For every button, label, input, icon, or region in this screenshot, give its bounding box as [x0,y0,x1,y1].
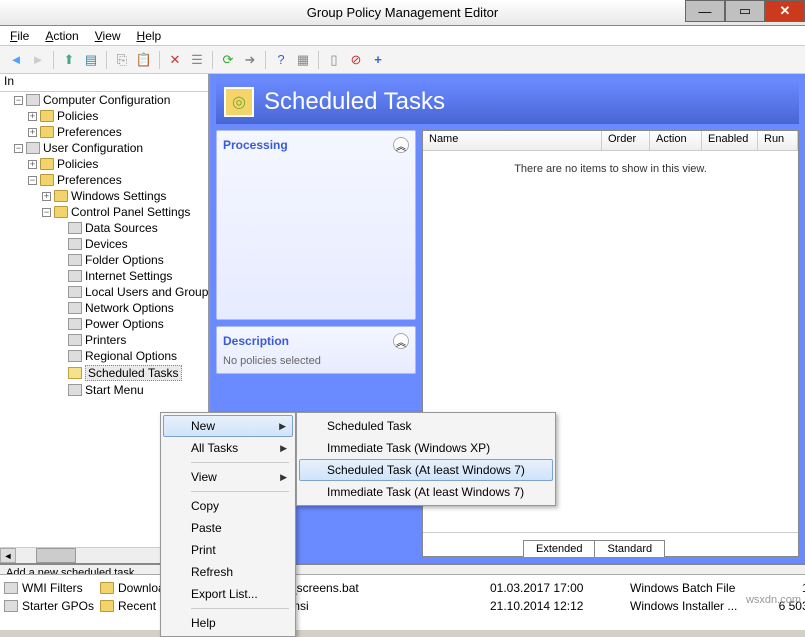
tree-folder-options[interactable]: Folder Options [56,252,208,268]
ctx-refresh[interactable]: Refresh [163,561,293,583]
tree-local-users[interactable]: Local Users and Groups [56,284,208,300]
back-button[interactable]: ◄ [6,50,26,70]
sub-immediate-task-xp[interactable]: Immediate Task (Windows XP) [299,437,553,459]
tree-uc-preferences[interactable]: −Preferences [28,172,208,188]
tree-cc-preferences[interactable]: +Preferences [28,124,208,140]
add-icon[interactable]: + [368,50,388,70]
ctx-view[interactable]: View [163,466,293,488]
forward-button[interactable]: ► [28,50,48,70]
ctx-print[interactable]: Print [163,539,293,561]
maximize-button[interactable]: ▭ [725,0,765,22]
menu-help[interactable]: Help [137,29,162,43]
context-menu: New All Tasks View Copy Paste Print Refr… [160,412,296,637]
title-bar: Group Policy Management Editor — ▭ ✕ [0,0,805,26]
up-icon[interactable]: ⬆ [59,50,79,70]
ctx-help[interactable]: Help [163,612,293,634]
refresh-icon[interactable]: ⟳ [218,50,238,70]
tree-windows-settings[interactable]: +Windows Settings [42,188,208,204]
view-tabs: Extended Standard [423,532,798,556]
processing-title: Processing [223,138,288,152]
sub-scheduled-task[interactable]: Scheduled Task [299,415,553,437]
empty-message: There are no items to show in this view. [423,163,798,175]
tree-data-sources[interactable]: Data Sources [56,220,208,236]
description-box: Description ︽ No policies selected [216,326,416,374]
tree-scheduled-tasks[interactable]: Scheduled Tasks [56,364,208,382]
export-icon[interactable]: ➜ [240,50,260,70]
file-icon[interactable]: ▯ [324,50,344,70]
col-order[interactable]: Order [602,131,650,150]
properties-icon[interactable]: ☰ [187,50,207,70]
ctx-export[interactable]: Export List... [163,583,293,605]
col-name[interactable]: Name [423,131,602,150]
tree-header: In [0,74,208,92]
background-explorer: WMI Filters Starter GPOs Downloads Recen… [0,574,805,630]
col-enabled[interactable]: Enabled [702,131,758,150]
tree-control-panel-settings[interactable]: −Control Panel Settings [42,204,208,220]
paste-icon[interactable]: 📋 [134,50,154,70]
tree-power-options[interactable]: Power Options [56,316,208,332]
tree-devices[interactable]: Devices [56,236,208,252]
tree-regional-options[interactable]: Regional Options [56,348,208,364]
tree-user-config[interactable]: −User Configuration [14,140,208,156]
panel-icon[interactable]: ▤ [81,50,101,70]
hero-banner: Scheduled Tasks [210,74,805,124]
context-submenu-new: Scheduled Task Immediate Task (Windows X… [296,412,556,506]
sub-scheduled-task-win7[interactable]: Scheduled Task (At least Windows 7) [299,459,553,481]
ctx-copy[interactable]: Copy [163,495,293,517]
tab-extended[interactable]: Extended [523,540,595,557]
hscroll-thumb[interactable] [36,548,76,563]
starter-gpos[interactable]: Starter GPOs [4,597,94,615]
tree-computer-config[interactable]: −Computer Configuration [14,92,208,108]
minimize-button[interactable]: — [685,0,725,22]
copy-icon[interactable]: ⎘ [112,50,132,70]
tree-cc-policies[interactable]: +Policies [28,108,208,124]
tab-standard[interactable]: Standard [594,540,665,557]
hscroll-left[interactable]: ◄ [0,548,16,563]
help-icon[interactable]: ? [271,50,291,70]
scheduled-tasks-icon [224,87,254,117]
tree-printers[interactable]: Printers [56,332,208,348]
delete-icon[interactable]: ✕ [165,50,185,70]
tree-internet-settings[interactable]: Internet Settings [56,268,208,284]
file-row-1[interactable]: _screens.bat 01.03.2017 17:00 Windows Ba… [290,579,805,597]
menu-view[interactable]: View [95,29,121,43]
hero-title: Scheduled Tasks [264,88,445,116]
tree-network-options[interactable]: Network Options [56,300,208,316]
toolbar: ◄ ► ⬆ ▤ ⎘ 📋 ✕ ☰ ⟳ ➜ ? ▦ ▯ ⊘ + [0,46,805,74]
grid-icon[interactable]: ▦ [293,50,313,70]
processing-box: Processing ︽ [216,130,416,320]
menu-action[interactable]: Action [45,29,78,43]
ctx-all-tasks[interactable]: All Tasks [163,437,293,459]
menu-bar: File Action View Help [0,26,805,46]
ctx-paste[interactable]: Paste [163,517,293,539]
col-run[interactable]: Run [758,131,798,150]
stop-icon[interactable]: ⊘ [346,50,366,70]
list-header[interactable]: Name Order Action Enabled Run [423,131,798,151]
sub-immediate-task-win7[interactable]: Immediate Task (At least Windows 7) [299,481,553,503]
watermark: wsxdn.com [746,594,801,606]
menu-file[interactable]: File [10,29,29,43]
close-button[interactable]: ✕ [765,0,805,22]
ctx-new[interactable]: New [163,415,293,437]
wmi-filters[interactable]: WMI Filters [4,579,94,597]
col-action[interactable]: Action [650,131,702,150]
description-title: Description [223,334,289,348]
collapse-description-icon[interactable]: ︽ [393,333,409,349]
tree-start-menu[interactable]: Start Menu [56,382,208,398]
file-row-2[interactable]: msi 21.10.2014 12:12 Windows Installer .… [290,597,805,615]
description-text: No policies selected [223,355,409,367]
tree-uc-policies[interactable]: +Policies [28,156,208,172]
collapse-processing-icon[interactable]: ︽ [393,137,409,153]
